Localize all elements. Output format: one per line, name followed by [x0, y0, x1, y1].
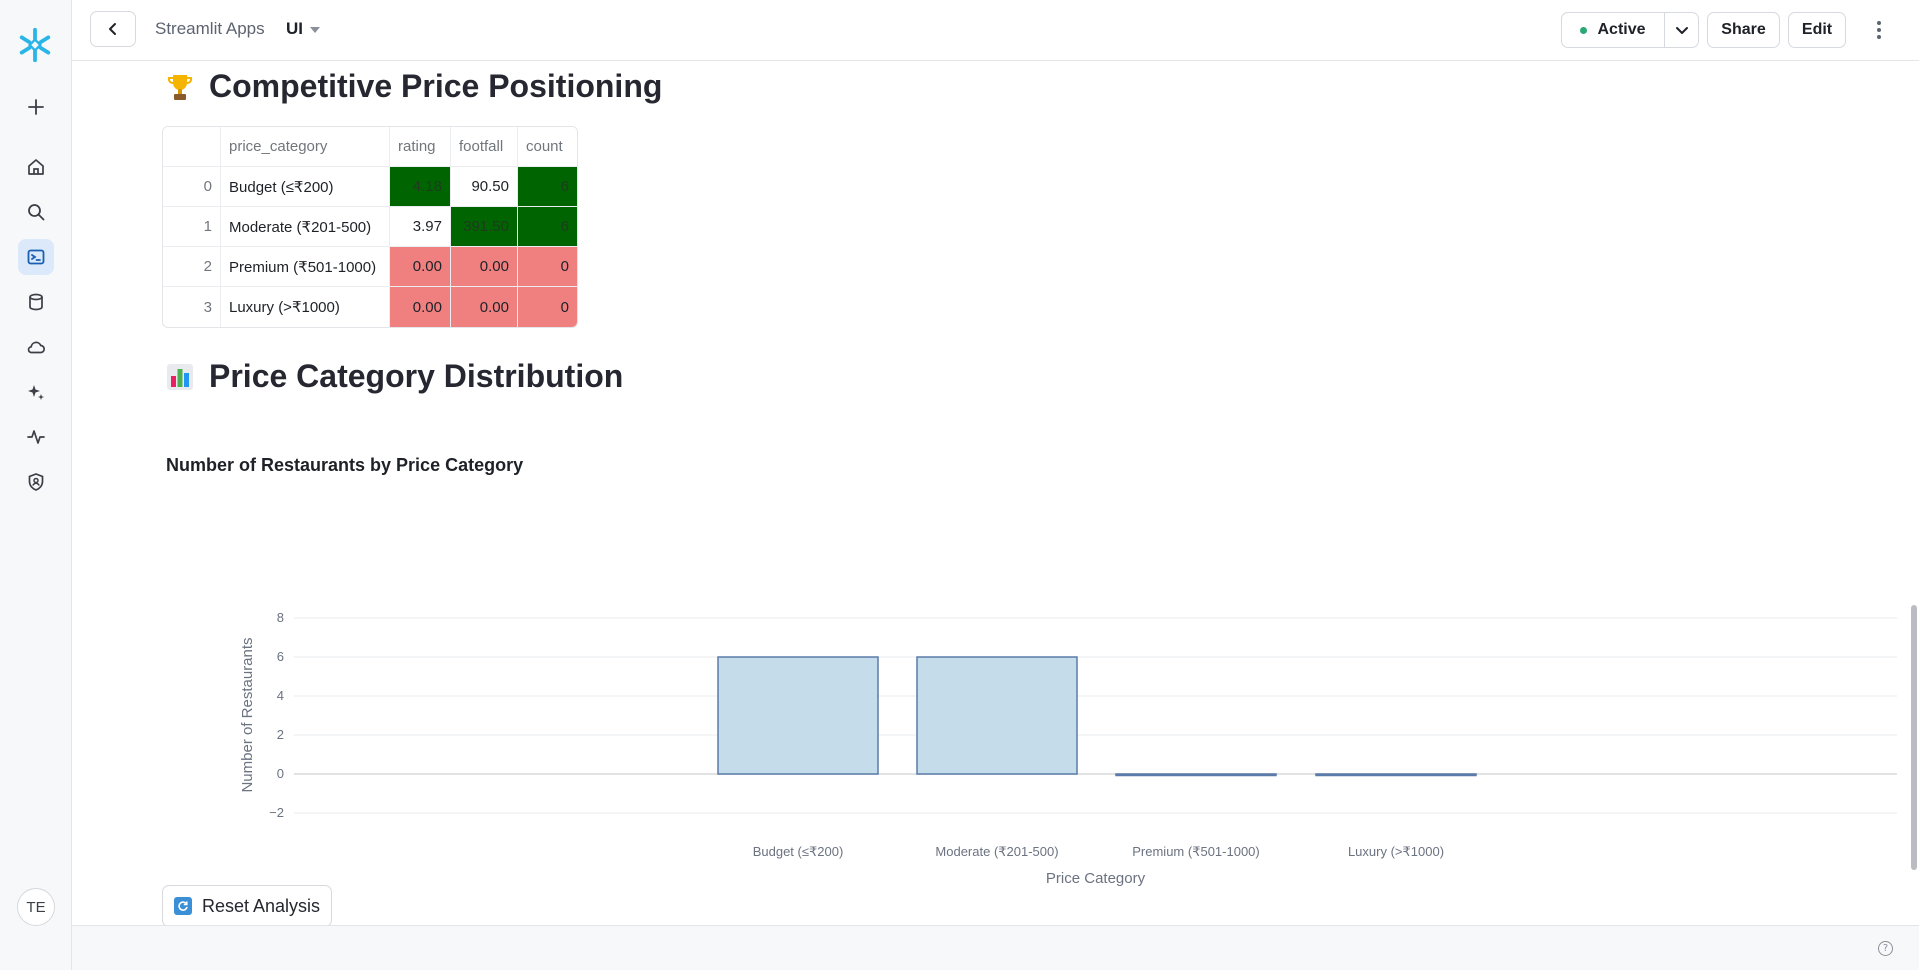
status-dot-icon	[1580, 26, 1588, 34]
refresh-icon	[173, 897, 192, 915]
top-bar: Streamlit Apps UI Active Share Edit	[72, 0, 1919, 61]
footer-bar: ?	[72, 925, 1919, 970]
table-cell: 0.00	[451, 247, 518, 287]
table-header[interactable]: price_category	[221, 127, 390, 167]
table-cell: Moderate (₹201-500)	[221, 207, 390, 247]
snowflake-logo-icon[interactable]	[16, 26, 54, 64]
bar	[717, 656, 879, 775]
table-row: 2 Premium (₹501-1000) 0.00 0.00 0	[163, 247, 577, 287]
table-cell: 391.50	[451, 207, 518, 247]
main-content: Competitive Price Positioning price_cate…	[72, 61, 1919, 925]
section-heading-positioning: Competitive Price Positioning	[165, 68, 662, 105]
database-icon[interactable]	[18, 284, 54, 320]
help-icon[interactable]: ?	[1878, 941, 1893, 956]
breadcrumb[interactable]: Streamlit Apps	[155, 19, 265, 39]
chart-title: Number of Restaurants by Price Category	[166, 455, 524, 475]
status-button[interactable]: Active	[1561, 12, 1665, 48]
y-tick-label: 0	[277, 766, 284, 781]
table-cell-index: 1	[163, 207, 221, 247]
search-icon[interactable]	[18, 194, 54, 230]
scrollbar[interactable]	[1911, 605, 1917, 870]
table-header[interactable]: count	[518, 127, 577, 167]
share-button[interactable]: Share	[1707, 12, 1780, 48]
status-group: Active	[1561, 12, 1699, 48]
bar	[1315, 773, 1477, 777]
table-cell: Luxury (>₹1000)	[221, 287, 390, 327]
y-tick-label: 6	[277, 649, 284, 664]
table-row: 1 Moderate (₹201-500) 3.97 391.50 6	[163, 207, 577, 247]
status-dropdown-button[interactable]	[1665, 12, 1699, 48]
avatar[interactable]: TE	[17, 888, 55, 926]
add-icon[interactable]	[18, 89, 54, 125]
back-button[interactable]	[90, 11, 136, 47]
x-tick-label: Budget (≤₹200)	[753, 844, 844, 859]
bar-chart: 8 6 4 2 0 −2 Budget (≤₹200) Moderate (₹201-500)…	[239, 610, 1897, 886]
table-cell: 0.00	[390, 247, 451, 287]
table-cell: 6	[518, 167, 577, 207]
section-title: Competitive Price Positioning	[209, 68, 663, 104]
table-header[interactable]: rating	[390, 127, 451, 167]
table-cell: Budget (≤₹200)	[221, 167, 390, 207]
left-nav-rail: TE	[0, 0, 72, 970]
x-axis-title: Price Category	[1046, 870, 1146, 886]
x-tick-label: Moderate (₹201-500)	[935, 844, 1058, 859]
chevron-left-icon	[109, 23, 116, 35]
status-label: Active	[1597, 21, 1646, 38]
app-name-selector[interactable]: UI	[286, 19, 303, 39]
table-cell: 0.00	[451, 287, 518, 327]
table-header[interactable]: footfall	[451, 127, 518, 167]
y-axis-title: Number of Restaurants	[239, 637, 256, 792]
table-cell: Premium (₹501-1000)	[221, 247, 390, 287]
section-heading-distribution: Price Category Distribution	[165, 358, 623, 395]
y-tick-label: 4	[277, 688, 284, 703]
table-header-row: price_category rating footfall count	[163, 127, 577, 167]
bar	[916, 656, 1078, 775]
table-cell-index: 2	[163, 247, 221, 287]
activity-icon[interactable]	[18, 419, 54, 455]
edit-button[interactable]: Edit	[1788, 12, 1846, 48]
more-options-icon[interactable]	[1867, 16, 1891, 44]
chevron-down-icon	[1675, 27, 1688, 34]
reset-analysis-button[interactable]: Reset Analysis	[162, 885, 332, 925]
shield-icon[interactable]	[18, 464, 54, 500]
sparkle-icon[interactable]	[18, 374, 54, 410]
reset-analysis-label: Reset Analysis	[201, 895, 321, 916]
table-cell-index: 3	[163, 287, 221, 327]
y-tick-label: 2	[277, 727, 284, 742]
table-cell: 6	[518, 207, 577, 247]
caret-down-icon[interactable]	[310, 27, 320, 33]
table-cell: 0	[518, 247, 577, 287]
table-header-index	[163, 127, 221, 167]
y-tick-label: 8	[277, 610, 284, 625]
price-positioning-table: price_category rating footfall count 0 B…	[162, 126, 578, 328]
table-cell: 4.18	[390, 167, 451, 207]
bar	[1115, 773, 1277, 777]
bar-chart-icon	[167, 363, 193, 390]
table-cell: 3.97	[390, 207, 451, 247]
trophy-icon	[167, 74, 193, 100]
table-cell: 90.50	[451, 167, 518, 207]
streamlit-icon[interactable]	[18, 239, 54, 275]
y-tick-label: −2	[269, 805, 284, 820]
table-row: 0 Budget (≤₹200) 4.18 90.50 6	[163, 167, 577, 207]
home-icon[interactable]	[18, 149, 54, 185]
x-tick-label: Luxury (>₹1000)	[1348, 844, 1444, 859]
table-cell-index: 0	[163, 167, 221, 207]
section-title: Price Category Distribution	[209, 358, 624, 394]
table-cell: 0	[518, 287, 577, 327]
x-tick-label: Premium (₹501-1000)	[1132, 844, 1260, 859]
table-row: 3 Luxury (>₹1000) 0.00 0.00 0	[163, 287, 577, 327]
table-cell: 0.00	[390, 287, 451, 327]
cloud-icon[interactable]	[18, 329, 54, 365]
